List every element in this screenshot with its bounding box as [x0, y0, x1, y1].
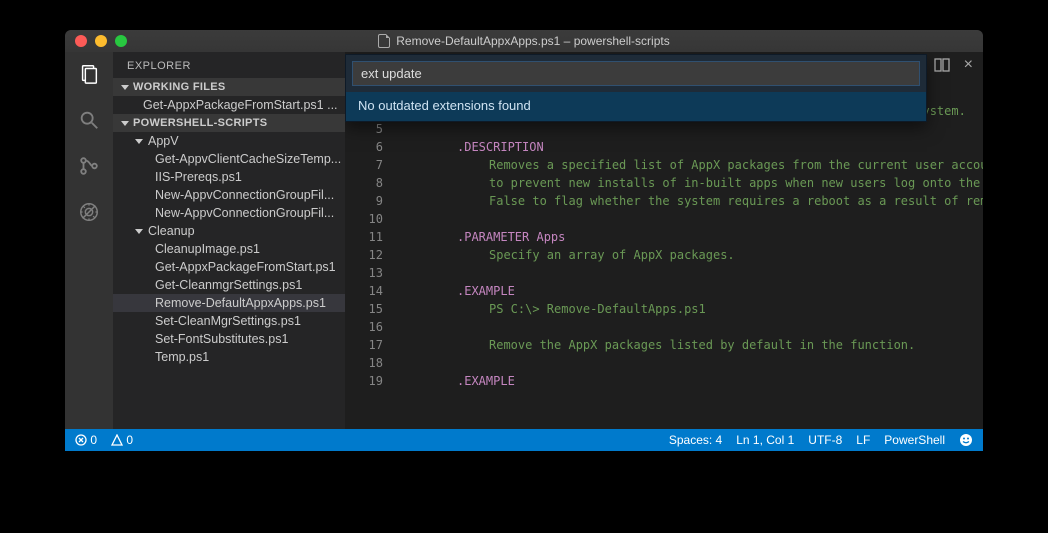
feedback-icon[interactable]: [959, 433, 973, 447]
close-icon[interactable]: ×: [964, 58, 973, 72]
status-encoding[interactable]: UTF-8: [808, 433, 842, 447]
file-item[interactable]: Get-CleanmgrSettings.ps1: [113, 276, 345, 294]
code-token: PS C:\> Remove-DefaultApps.ps1: [393, 302, 706, 316]
line-number: 17: [345, 336, 383, 354]
status-eol[interactable]: LF: [856, 433, 870, 447]
sidebar-title: EXPLORER: [113, 52, 345, 78]
sidebar: EXPLORER WORKING FILES Get-AppxPackageFr…: [113, 52, 345, 429]
status-lang[interactable]: PowerShell: [884, 433, 945, 447]
file-item[interactable]: Get-AppvClientCacheSizeTemp...: [113, 150, 345, 168]
section-label: WORKING FILES: [133, 81, 226, 93]
line-number: 14: [345, 282, 383, 300]
status-warnings[interactable]: 0: [111, 433, 133, 447]
line-number: 5: [345, 120, 383, 138]
line-number: 11: [345, 228, 383, 246]
code-token: .PARAMETER Apps: [393, 230, 565, 244]
section-label: POWERSHELL-SCRIPTS: [133, 117, 267, 129]
file-item-active[interactable]: Remove-DefaultAppxApps.ps1: [113, 294, 345, 312]
line-number: 9: [345, 192, 383, 210]
open-changes-icon[interactable]: [934, 58, 950, 72]
editor: No outdated extensions found × 3 4 5 6 7…: [345, 52, 983, 429]
file-item[interactable]: Temp.ps1: [113, 348, 345, 366]
working-file-item[interactable]: Get-AppxPackageFromStart.ps1 ...: [113, 96, 345, 114]
code-token: False to flag whether the system require…: [393, 194, 983, 208]
titlebar: Remove-DefaultAppxApps.ps1 – powershell-…: [65, 30, 983, 52]
file-item[interactable]: Get-AppxPackageFromStart.ps1: [113, 258, 345, 276]
explorer-icon[interactable]: [77, 62, 101, 86]
errors-count: 0: [90, 433, 97, 447]
source-control-icon[interactable]: [77, 154, 101, 178]
folder-cleanup[interactable]: Cleanup: [113, 222, 345, 240]
line-number: 7: [345, 156, 383, 174]
chevron-down-icon: [121, 85, 129, 90]
app-window: Remove-DefaultAppxApps.ps1 – powershell-…: [65, 30, 983, 451]
line-number: 8: [345, 174, 383, 192]
file-icon: [378, 34, 390, 48]
section-working-files[interactable]: WORKING FILES: [113, 78, 345, 96]
code-token: .EXAMPLE: [393, 284, 515, 298]
status-spaces[interactable]: Spaces: 4: [669, 433, 722, 447]
code-token: Remove the AppX packages listed by defau…: [393, 338, 915, 352]
status-errors[interactable]: 0: [75, 433, 97, 447]
debug-icon[interactable]: [77, 200, 101, 224]
command-input[interactable]: [352, 61, 920, 86]
command-palette: No outdated extensions found: [345, 54, 927, 122]
chevron-down-icon: [121, 121, 129, 126]
code-token: .DESCRIPTION: [393, 140, 544, 154]
command-result[interactable]: No outdated extensions found: [346, 92, 926, 121]
file-item[interactable]: Set-CleanMgrSettings.ps1: [113, 312, 345, 330]
status-bar: 0 0 Spaces: 4 Ln 1, Col 1 UTF-8 LF Power…: [65, 429, 983, 451]
file-item[interactable]: IIS-Prereqs.ps1: [113, 168, 345, 186]
title-text: Remove-DefaultAppxApps.ps1 – powershell-…: [396, 34, 669, 48]
section-repo[interactable]: POWERSHELL-SCRIPTS: [113, 114, 345, 132]
warnings-count: 0: [126, 433, 133, 447]
line-number: 18: [345, 354, 383, 372]
window-title: Remove-DefaultAppxApps.ps1 – powershell-…: [65, 34, 983, 48]
line-number: 16: [345, 318, 383, 336]
line-number: 19: [345, 372, 383, 390]
code-token: Specify an array of AppX packages.: [393, 248, 735, 262]
line-number: 13: [345, 264, 383, 282]
line-number: 15: [345, 300, 383, 318]
file-item[interactable]: Set-FontSubstitutes.ps1: [113, 330, 345, 348]
file-item[interactable]: New-AppvConnectionGroupFil...: [113, 186, 345, 204]
file-item[interactable]: New-AppvConnectionGroupFil...: [113, 204, 345, 222]
line-number: 6: [345, 138, 383, 156]
code-token: to prevent new installs of in-built apps…: [393, 176, 983, 190]
search-icon[interactable]: [77, 108, 101, 132]
line-number: 10: [345, 210, 383, 228]
code-token: Removes a specified list of AppX package…: [393, 158, 983, 172]
status-lncol[interactable]: Ln 1, Col 1: [736, 433, 794, 447]
activity-bar: [65, 52, 113, 429]
file-item[interactable]: CleanupImage.ps1: [113, 240, 345, 258]
line-number: 12: [345, 246, 383, 264]
folder-appv[interactable]: AppV: [113, 132, 345, 150]
code-token: .EXAMPLE: [393, 374, 515, 388]
